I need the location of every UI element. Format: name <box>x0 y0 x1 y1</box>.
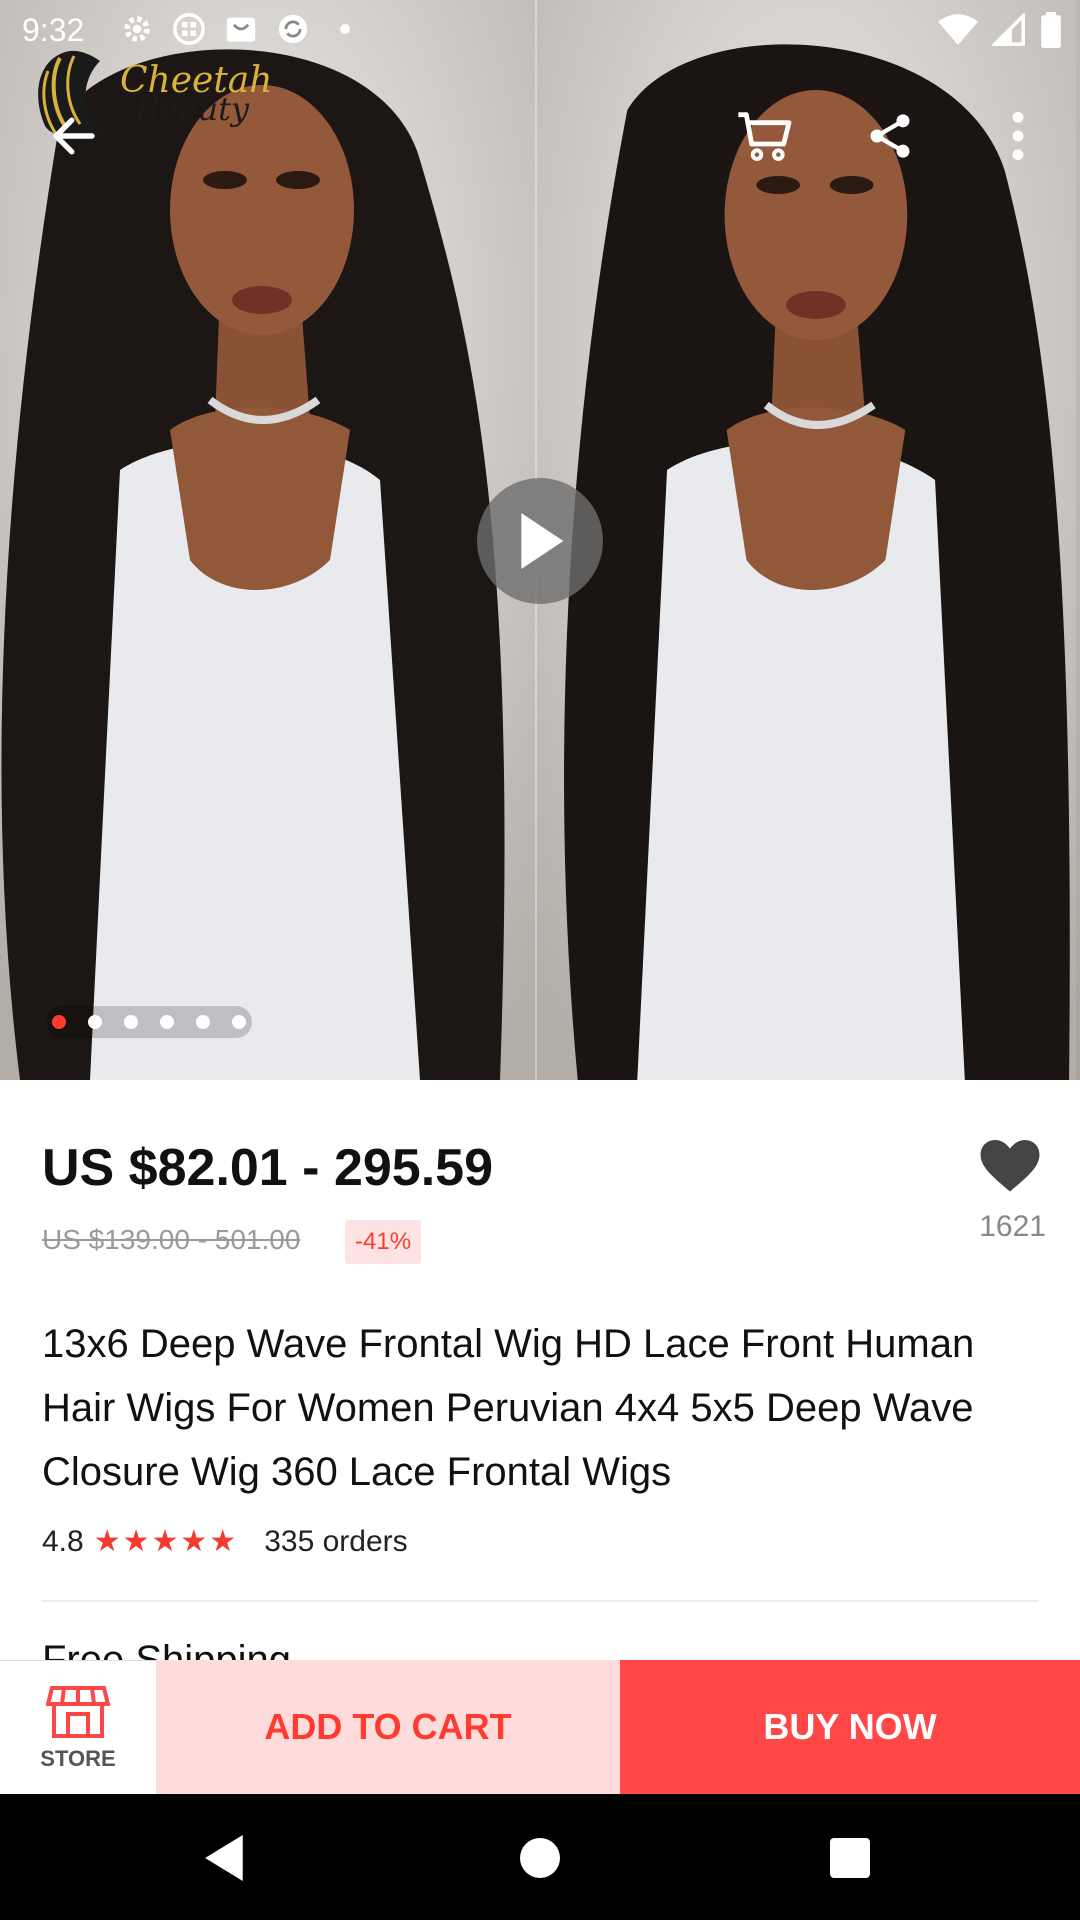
app-grid-icon <box>173 13 205 45</box>
back-button[interactable] <box>34 96 114 176</box>
nav-back-icon <box>205 1835 243 1881</box>
cart-icon <box>738 112 792 161</box>
product-image-gallery[interactable]: 9:32 Cheetah Beauty <box>0 0 1080 1080</box>
play-video-button[interactable] <box>477 478 603 604</box>
rating-value: 4.8 <box>42 1524 84 1558</box>
back-arrow-icon <box>53 117 95 155</box>
store-button[interactable]: STORE <box>0 1660 156 1795</box>
cart-button[interactable] <box>725 96 805 176</box>
store-icon <box>46 1686 110 1738</box>
nav-home-icon <box>520 1838 560 1878</box>
heart-icon <box>980 1140 1040 1192</box>
wifi-icon <box>938 14 978 45</box>
nav-recents-button[interactable] <box>820 1828 880 1888</box>
gallery-pagination <box>46 1006 252 1038</box>
bottom-action-bar: STORE ADD TO CART BUY NOW <box>0 1660 1080 1795</box>
shopping-bag-icon <box>226 17 256 42</box>
wishlist-count: 1621 <box>979 1210 1046 1243</box>
buy-now-button[interactable]: BUY NOW <box>620 1660 1080 1794</box>
brand-name-line2: Beauty <box>136 90 250 128</box>
nav-recents-icon <box>830 1838 870 1878</box>
product-price: US $82.01 - 295.59 <box>42 1139 493 1197</box>
share-button[interactable] <box>850 96 930 176</box>
play-icon <box>521 513 564 569</box>
add-to-cart-button[interactable]: ADD TO CART <box>156 1660 620 1794</box>
gallery-dot[interactable] <box>160 1015 174 1029</box>
share-icon <box>870 114 910 158</box>
divider <box>42 1600 1038 1602</box>
order-count: 335 orders <box>264 1524 408 1558</box>
status-time: 9:32 <box>22 12 85 48</box>
gallery-dot[interactable] <box>196 1015 210 1029</box>
battery-icon <box>1041 12 1061 48</box>
rating-row[interactable]: 4.8 ★★★★★ 335 orders <box>42 1524 408 1559</box>
settings-icon <box>124 16 150 42</box>
notification-dot-icon <box>340 24 350 34</box>
wishlist-button[interactable] <box>975 1132 1045 1202</box>
gallery-dot[interactable] <box>88 1015 102 1029</box>
discount-badge: -41% <box>345 1220 422 1264</box>
original-price: US $139.00 - 501.00 <box>42 1224 301 1255</box>
store-label: STORE <box>40 1746 116 1771</box>
system-nav-bar <box>0 1794 1080 1920</box>
rating-stars: ★★★★★ <box>93 1525 239 1558</box>
signal-icon <box>992 13 1025 46</box>
gallery-dot[interactable] <box>52 1015 66 1029</box>
nav-back-button[interactable] <box>196 1828 256 1888</box>
product-title: 13x6 Deep Wave Frontal Wig HD Lace Front… <box>42 1322 975 1494</box>
sync-icon <box>278 14 308 44</box>
nav-home-button[interactable] <box>510 1828 570 1888</box>
more-vert-icon <box>1012 111 1024 161</box>
more-options-button[interactable] <box>978 96 1058 176</box>
gallery-dot[interactable] <box>124 1015 138 1029</box>
gallery-dot[interactable] <box>232 1015 246 1029</box>
